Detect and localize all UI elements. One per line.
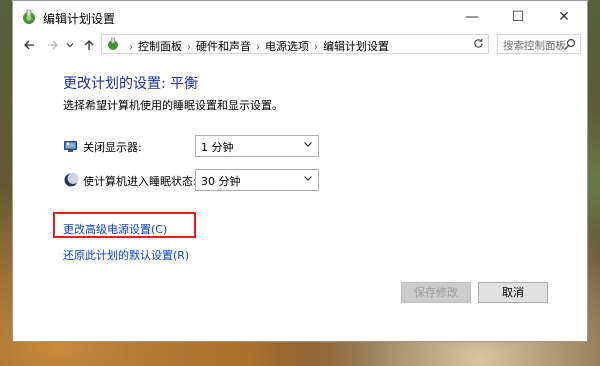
window-title: 编辑计划设置 (43, 12, 116, 26)
breadcrumb-separator[interactable]: › (314, 42, 318, 53)
breadcrumb-separator[interactable]: › (187, 42, 191, 53)
refresh-icon (473, 38, 483, 48)
search-control-panel-input[interactable]: 搜索控制面板 (497, 34, 581, 54)
arrow-up-icon (84, 40, 94, 50)
chevron-down-icon (66, 43, 74, 48)
breadcrumb-separator[interactable]: › (256, 42, 260, 53)
breadcrumb-control-panel[interactable]: 控制面板 (138, 40, 182, 53)
page-description: 选择希望计算机使用的睡眠设置和显示设置。 (63, 99, 283, 112)
turn-off-display-value: 1 分钟 (201, 141, 234, 154)
chevron-down-icon (303, 139, 313, 152)
navigation-bar: › 控制面板 › 硬件和声音 › 电源选项 › 编辑计划设置 搜索控制面板 (13, 33, 587, 57)
breadcrumb-edit-plan[interactable]: 编辑计划设置 (323, 40, 389, 53)
title-bar: 编辑计划设置 — ☐ ✕ (13, 1, 587, 33)
search-icon (564, 38, 576, 50)
maximize-button[interactable]: ☐ (495, 1, 541, 33)
sleep-setting: 使计算机进入睡眠状态: 30 分钟 (63, 169, 343, 191)
up-button[interactable] (79, 35, 99, 55)
breadcrumb: › 控制面板 › 硬件和声音 › 电源选项 › 编辑计划设置 (124, 38, 389, 54)
address-bar[interactable]: › 控制面板 › 硬件和声音 › 电源选项 › 编辑计划设置 (101, 34, 489, 54)
change-advanced-power-settings-link[interactable]: 更改高级电源设置(C) (63, 221, 167, 237)
sleep-value: 30 分钟 (201, 175, 241, 188)
minimize-button[interactable]: — (449, 1, 495, 33)
power-options-icon (21, 9, 37, 25)
monitor-icon (63, 138, 79, 154)
recent-locations-button[interactable] (63, 35, 77, 55)
restore-default-settings-link[interactable]: 还原此计划的默认设置(R) (63, 247, 189, 263)
turn-off-display-setting: 关闭显示器: 1 分钟 (63, 135, 343, 157)
close-button[interactable]: ✕ (541, 1, 587, 33)
arrow-right-icon (48, 40, 58, 50)
sleep-label: 使计算机进入睡眠状态: (83, 175, 197, 188)
edit-plan-settings-window: 编辑计划设置 — ☐ ✕ › 控制面板 › 硬件和声音 › 电源选项 › 编辑计划设置 (12, 0, 588, 342)
main-content: 更改计划的设置: 平衡 选择希望计算机使用的睡眠设置和显示设置。 关闭显示器: … (13, 61, 587, 341)
chevron-down-icon (303, 173, 313, 186)
breadcrumb-power-options[interactable]: 电源选项 (265, 40, 309, 53)
cancel-button[interactable]: 取消 (478, 282, 548, 303)
sleep-select[interactable]: 30 分钟 (195, 169, 319, 191)
turn-off-display-label: 关闭显示器: (83, 141, 142, 154)
arrow-left-icon (24, 40, 34, 50)
breadcrumb-separator: › (129, 42, 133, 53)
breadcrumb-hardware-sound[interactable]: 硬件和声音 (196, 40, 251, 53)
back-button[interactable] (19, 35, 39, 55)
forward-button[interactable] (43, 35, 63, 55)
search-placeholder: 搜索控制面板 (503, 40, 566, 52)
turn-off-display-select[interactable]: 1 分钟 (195, 135, 319, 157)
refresh-button[interactable] (470, 36, 486, 52)
control-panel-icon (106, 37, 120, 51)
save-changes-button[interactable]: 保存修改 (401, 282, 471, 303)
page-title: 更改计划的设置: 平衡 (63, 76, 199, 92)
moon-icon (63, 172, 79, 188)
